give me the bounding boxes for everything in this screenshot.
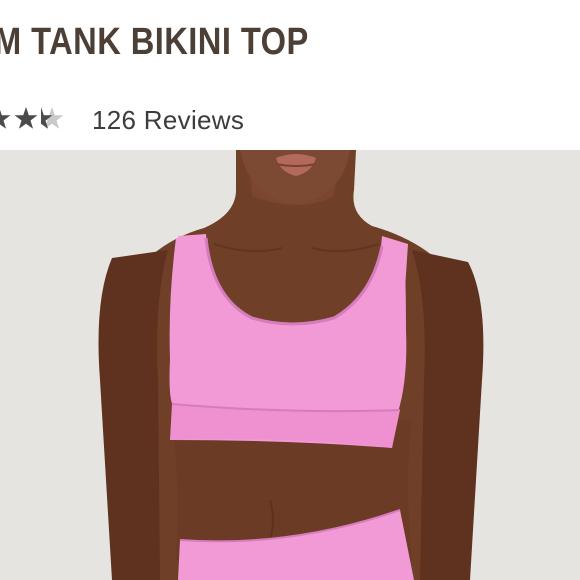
rating-row[interactable]: 126 Reviews — [0, 100, 580, 140]
star-rating — [0, 107, 64, 129]
model-illustration — [0, 150, 580, 580]
product-title: M TANK BIKINI TOP — [0, 21, 309, 63]
product-photo — [0, 150, 580, 580]
star-icon — [14, 107, 38, 129]
reviews-count-link[interactable]: 126 Reviews — [92, 104, 244, 136]
star-icon — [0, 109, 11, 129]
product-page: M TANK BIKINI TOP 126 Reviews — [0, 0, 580, 580]
